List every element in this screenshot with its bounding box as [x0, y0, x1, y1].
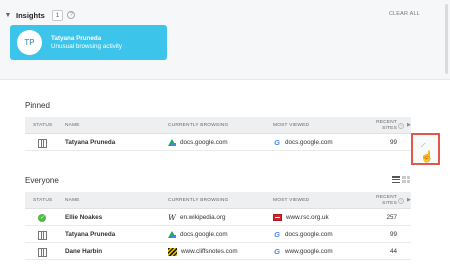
currently-browsing-cell[interactable]: www.cliffsnotes.com [168, 243, 238, 260]
list-view-icon[interactable] [392, 176, 400, 183]
most-viewed-cell[interactable]: www.rsc.org.uk [273, 209, 329, 226]
insights-title: Insights [16, 10, 45, 20]
column-header-status[interactable]: STATUS [33, 192, 52, 209]
chevron-right-icon[interactable]: ▶ [407, 122, 411, 128]
most-viewed-cell[interactable]: G docs.google.com [273, 134, 333, 151]
help-icon[interactable]: ? [67, 11, 76, 19]
recent-label-line2: SITES [382, 200, 397, 206]
pinned-table: STATUS NAME CURRENTLY BROWSING MOST VIEW… [25, 117, 411, 151]
insights-scrollbar[interactable] [445, 4, 448, 74]
rsc-icon [273, 214, 282, 221]
insight-card[interactable]: TP Tatyana Pruneda Unusual browsing acti… [10, 25, 167, 60]
recent-sites-help-icon[interactable]: ? [398, 123, 404, 129]
insights-panel: ▼ Insights 1 ? CLEAR ALL TP Tatyana Prun… [0, 0, 450, 80]
google-icon: G [274, 246, 280, 256]
currently-browsing-url: en.wikipedia.org [180, 214, 226, 221]
insights-header[interactable]: ▼ Insights 1 ? [4, 8, 76, 22]
clear-all-button[interactable]: CLEAR ALL [389, 11, 420, 17]
google-icon: G [274, 137, 280, 147]
everyone-section-title: Everyone [25, 176, 59, 185]
status-cell [38, 134, 47, 151]
currently-browsing-url: docs.google.com [180, 139, 228, 146]
table-row[interactable]: ✓ Ellie Noakes W en.wikipedia.org www.rs… [25, 209, 411, 226]
student-name[interactable]: Tatyana Pruneda [65, 226, 115, 243]
recent-sites-count: 99 [389, 231, 397, 238]
pinned-section-title: Pinned [25, 101, 50, 110]
student-name[interactable]: Dane Harbin [65, 243, 102, 260]
currently-browsing-cell[interactable]: docs.google.com [168, 134, 228, 151]
student-name[interactable]: Ellie Noakes [65, 209, 102, 226]
currently-browsing-cell[interactable]: W en.wikipedia.org [168, 209, 226, 226]
book-icon [38, 231, 47, 240]
currently-browsing-cell[interactable]: docs.google.com [168, 226, 228, 243]
insight-card-subtitle: Unusual browsing activity [51, 42, 123, 50]
table-row[interactable]: Tatyana Pruneda docs.google.com G docs.g… [25, 226, 411, 243]
chevron-right-icon[interactable]: ▶ [407, 197, 411, 203]
google-drive-icon [168, 231, 176, 238]
most-viewed-cell[interactable]: G www.google.com [273, 243, 333, 260]
column-header-status[interactable]: STATUS [33, 117, 52, 134]
status-cell: ✓ [38, 209, 46, 226]
pin-icon[interactable]: ⎯⎯ [419, 141, 428, 150]
check-icon: ✓ [38, 213, 46, 222]
insight-card-text: Tatyana Pruneda Unusual browsing activit… [51, 35, 122, 51]
currently-browsing-url: www.cliffsnotes.com [181, 248, 238, 255]
recent-label-line2: SITES [382, 125, 397, 131]
column-header-name[interactable]: NAME [65, 192, 80, 209]
google-drive-icon [168, 139, 176, 146]
everyone-table: STATUS NAME CURRENTLY BROWSING MOST VIEW… [25, 192, 411, 260]
book-icon [38, 139, 47, 148]
recent-sites-count: 99 [389, 139, 397, 146]
table-row[interactable]: Tatyana Pruneda docs.google.com G docs.g… [25, 134, 411, 151]
most-viewed-url: www.rsc.org.uk [286, 214, 329, 221]
cliffsnotes-icon [168, 247, 177, 256]
avatar: TP [17, 30, 42, 55]
chevron-down-icon[interactable]: ▼ [4, 12, 12, 19]
status-cell [38, 226, 47, 243]
insights-count-badge: 1 [51, 9, 64, 21]
status-cell [38, 243, 47, 260]
book-icon [38, 248, 47, 257]
column-header-currently-browsing[interactable]: CURRENTLY BROWSING [168, 192, 228, 209]
column-header-most-viewed[interactable]: MOST VIEWED [273, 117, 309, 134]
most-viewed-cell[interactable]: G docs.google.com [273, 226, 333, 243]
hand-cursor-icon: ☝ [420, 151, 434, 163]
insight-card-name: Tatyana Pruneda [51, 34, 102, 42]
most-viewed-url: www.google.com [285, 248, 333, 255]
column-header-recent-sites[interactable]: RECENT SITES [365, 117, 397, 134]
most-viewed-url: docs.google.com [285, 139, 333, 146]
wikipedia-icon: W [168, 213, 176, 222]
table-header: STATUS NAME CURRENTLY BROWSING MOST VIEW… [25, 117, 411, 134]
table-header: STATUS NAME CURRENTLY BROWSING MOST VIEW… [25, 192, 411, 209]
column-header-currently-browsing[interactable]: CURRENTLY BROWSING [168, 117, 228, 134]
column-header-most-viewed[interactable]: MOST VIEWED [273, 192, 309, 209]
most-viewed-url: docs.google.com [285, 231, 333, 238]
google-icon: G [274, 229, 280, 239]
grid-view-icon[interactable] [402, 176, 410, 183]
table-row[interactable]: Dane Harbin www.cliffsnotes.com G www.go… [25, 243, 411, 260]
column-header-name[interactable]: NAME [65, 117, 80, 134]
student-name[interactable]: Tatyana Pruneda [65, 134, 115, 151]
currently-browsing-url: docs.google.com [180, 231, 228, 238]
recent-sites-help-icon[interactable]: ? [398, 198, 404, 204]
recent-sites-count: 257 [386, 214, 397, 221]
column-header-recent-sites[interactable]: RECENT SITES [365, 192, 397, 209]
recent-sites-count: 44 [389, 248, 397, 255]
